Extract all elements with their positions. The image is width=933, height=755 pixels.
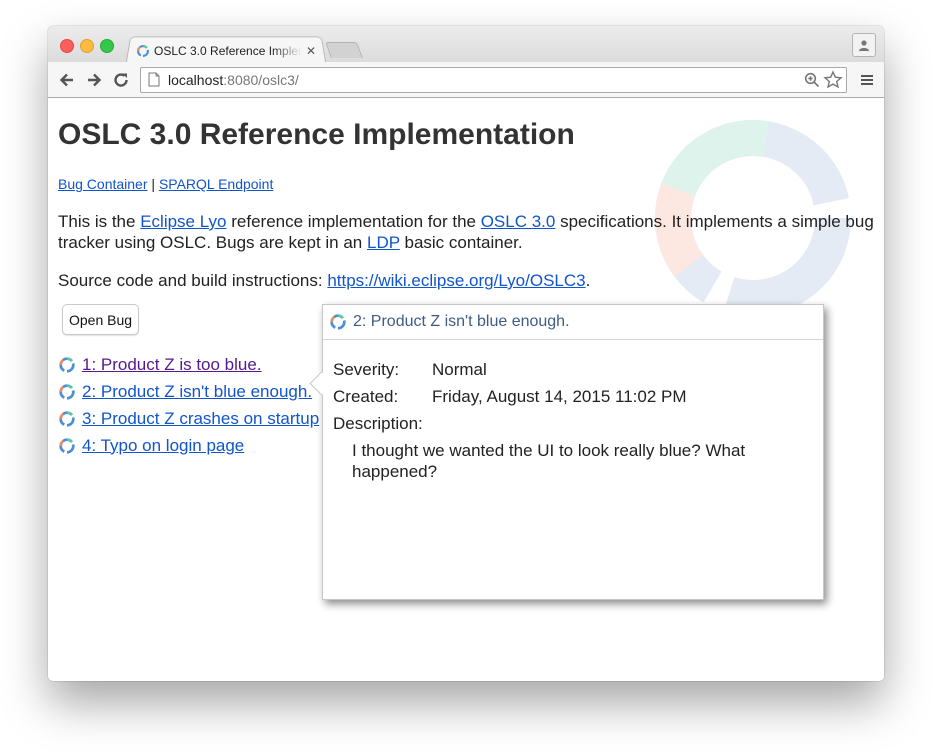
tab-content[interactable]: OSLC 3.0 Reference Implementation ✕ xyxy=(136,41,316,61)
open-bug-button[interactable]: Open Bug xyxy=(62,304,140,335)
source-text: Source code and build instructions: xyxy=(58,271,328,290)
lyo-logo-icon xyxy=(330,314,346,330)
tab-close-icon[interactable]: ✕ xyxy=(306,44,316,58)
intro-text-4: basic container. xyxy=(399,233,523,252)
url-text: localhost:8080/oslc3/ xyxy=(168,72,299,88)
description-label: Description: xyxy=(333,413,423,433)
bug-link[interactable]: 2: Product Z isn't blue enough. xyxy=(82,382,312,402)
chrome-menu-button[interactable] xyxy=(856,69,878,91)
ldp-link[interactable]: LDP xyxy=(367,233,400,252)
list-item: 1: Product Z is too blue. xyxy=(58,351,319,378)
profile-button[interactable] xyxy=(852,33,876,57)
intro-paragraph: This is the Eclipse Lyo reference implem… xyxy=(58,211,878,253)
nav-separator: | xyxy=(147,176,159,192)
reload-icon xyxy=(114,73,128,87)
page-icon xyxy=(148,72,160,87)
tab-title: OSLC 3.0 Reference Implementation xyxy=(154,44,302,58)
page-nav: Bug Container | SPARQL Endpoint xyxy=(58,176,273,192)
bug-preview-popup: 2: Product Z isn't blue enough. Severity… xyxy=(322,304,824,600)
url-path: :8080/oslc3/ xyxy=(223,72,299,88)
oslc-3-link[interactable]: OSLC 3.0 xyxy=(481,212,556,231)
window-minimize-button[interactable] xyxy=(80,39,94,53)
star-icon[interactable] xyxy=(823,70,843,90)
severity-row: Severity: Normal xyxy=(333,356,813,383)
list-item: 3: Product Z crashes on startup xyxy=(58,405,319,432)
source-wiki-link[interactable]: https://wiki.eclipse.org/Lyo/OSLC3 xyxy=(327,271,585,290)
tab-strip: OSLC 3.0 Reference Implementation ✕ xyxy=(48,26,884,64)
hamburger-menu-icon xyxy=(861,75,873,85)
list-item: 2: Product Z isn't blue enough. xyxy=(58,378,319,405)
page-title: OSLC 3.0 Reference Implementation xyxy=(58,118,575,151)
lyo-logo-icon xyxy=(59,356,75,373)
window-close-button[interactable] xyxy=(60,39,74,53)
address-bar[interactable]: localhost:8080/oslc3/ xyxy=(140,67,847,93)
bug-link[interactable]: 4: Typo on login page xyxy=(82,436,244,456)
forward-arrow-icon xyxy=(88,73,102,87)
back-arrow-icon xyxy=(59,73,73,87)
bug-link[interactable]: 3: Product Z crashes on startup xyxy=(82,409,319,429)
source-paragraph: Source code and build instructions: http… xyxy=(58,270,590,291)
list-item: 4: Typo on login page xyxy=(58,432,319,459)
popup-body: Severity: Normal Created: Friday, August… xyxy=(323,340,823,482)
bug-list: 1: Product Z is too blue. 2: Product Z i… xyxy=(58,351,319,459)
forward-button[interactable] xyxy=(83,69,105,91)
browser-window: OSLC 3.0 Reference Implementation ✕ xyxy=(48,26,884,681)
created-row: Created: Friday, August 14, 2015 11:02 P… xyxy=(333,383,813,410)
intro-text-2: reference implementation for the xyxy=(226,212,481,231)
url-host: localhost xyxy=(168,72,224,88)
window-maximize-button[interactable] xyxy=(100,39,114,53)
back-button[interactable] xyxy=(56,69,78,91)
eclipse-lyo-link[interactable]: Eclipse Lyo xyxy=(140,212,226,231)
bug-link[interactable]: 1: Product Z is too blue. xyxy=(82,355,262,375)
source-period: . xyxy=(585,271,591,290)
bug-container-link[interactable]: Bug Container xyxy=(58,176,148,192)
created-value: Friday, August 14, 2015 11:02 PM xyxy=(432,386,687,406)
page-content: OSLC 3.0 Reference Implementation Bug Co… xyxy=(48,98,884,681)
severity-value: Normal xyxy=(432,359,487,379)
sparql-endpoint-link[interactable]: SPARQL Endpoint xyxy=(159,176,273,192)
new-tab-button[interactable] xyxy=(325,42,363,58)
created-label: Created: xyxy=(333,386,399,406)
severity-label: Severity: xyxy=(333,359,400,379)
description-value: I thought we wanted the UI to look reall… xyxy=(352,441,746,481)
lyo-logo-icon xyxy=(59,410,75,427)
popup-title: 2: Product Z isn't blue enough. xyxy=(353,313,570,330)
popup-header: 2: Product Z isn't blue enough. xyxy=(323,305,823,340)
lyo-logo-icon xyxy=(137,45,149,57)
zoom-icon[interactable] xyxy=(804,72,820,88)
profile-icon xyxy=(859,40,869,51)
browser-toolbar: localhost:8080/oslc3/ xyxy=(48,62,884,98)
lyo-logo-icon xyxy=(59,383,75,400)
intro-text-1: This is the xyxy=(58,212,141,231)
reload-button[interactable] xyxy=(110,69,132,91)
lyo-logo-icon xyxy=(59,437,75,454)
